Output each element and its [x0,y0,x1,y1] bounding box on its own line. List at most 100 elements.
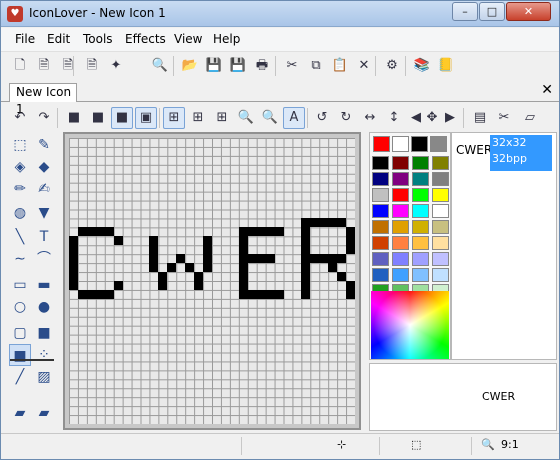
rect-outline-icon[interactable]: ▭ [9,274,31,296]
arc-icon[interactable]: ⌒ [33,248,55,270]
palette-swatch[interactable] [372,236,389,250]
menu-help[interactable]: Help [213,32,240,46]
palette-swatch[interactable] [372,252,389,266]
delete-icon[interactable]: ✕ [353,55,375,77]
copy-icon[interactable]: ⧉ [305,55,327,77]
arrow-right-icon[interactable]: ▶ [439,107,461,129]
icon-editor-canvas[interactable] [63,132,361,430]
new-file-icon[interactable]: 🗋 [9,55,31,77]
color-spectrum-picker[interactable] [371,291,449,359]
color-replace-icon[interactable]: ✍ [33,178,55,200]
pipette-icon[interactable]: ✎ [33,134,55,156]
palette-swatch[interactable] [392,220,409,234]
minimize-button[interactable]: – [452,2,478,21]
pen-thick-icon[interactable]: ╱ [9,366,31,388]
palette-swatch[interactable] [412,220,429,234]
palette-swatch[interactable] [392,268,409,282]
properties-icon[interactable]: ⚙ [381,55,403,77]
close-button[interactable]: ✕ [506,2,551,21]
palette-swatch[interactable] [392,188,409,202]
cube-green-icon[interactable]: ■ [63,107,85,129]
rotate-left-icon[interactable]: ↺ [311,107,333,129]
palette-swatch[interactable] [412,252,429,266]
undo-icon[interactable]: ↶ [9,107,31,129]
pencil-icon[interactable]: ✏ [9,178,31,200]
format-item-selected[interactable]: 32x32 32bpp [490,135,552,171]
palette-swatch[interactable] [392,236,409,250]
cut-icon[interactable]: ✂ [281,55,303,77]
new-doc-icon[interactable]: 🗎 [33,55,55,77]
rounded-rect-outline-icon[interactable]: ▢ [9,322,31,344]
flip-vertical-icon[interactable]: ↕ [383,107,405,129]
eraser-icon[interactable]: ◆ [33,156,55,178]
maximize-button[interactable]: □ [479,2,505,21]
gradient-icon[interactable]: ▨ [33,366,55,388]
paste-icon[interactable]: 📋 [329,55,351,77]
zoom-out-icon[interactable]: 🔍 [259,107,281,129]
palette-swatch[interactable] [372,156,389,170]
crop-icon[interactable]: ✂ [493,107,515,129]
paint-fill-icon[interactable]: ▼ [33,202,55,224]
folder-open-icon[interactable]: 📂 [179,55,201,77]
ellipse-filled-icon[interactable]: ● [33,296,55,318]
extract-icon[interactable]: ✦ [105,55,127,77]
palette-swatch[interactable] [432,188,449,202]
palette-swatch[interactable] [412,268,429,282]
palette-swatch[interactable] [430,136,447,152]
rect-select-icon[interactable]: ⬚ [9,134,31,156]
line-icon[interactable]: ╲ [9,226,31,248]
palette-swatch[interactable] [432,204,449,218]
menu-effects[interactable]: Effects [125,32,166,46]
image-icon[interactable]: 🗎 [81,55,103,77]
palette-swatch[interactable] [432,252,449,266]
brush-small-icon[interactable]: ■ [9,344,31,366]
menu-view[interactable]: View [174,32,202,46]
palette-swatch[interactable] [412,236,429,250]
layer-stack-icon[interactable]: ▰ [33,402,55,424]
save-all-icon[interactable]: 💾 [227,55,249,77]
palette-swatch[interactable] [432,172,449,186]
pixel-grid[interactable] [69,138,355,424]
scan-icon[interactable]: 🔍 [149,55,171,77]
zoom-in-icon[interactable]: 🔍 [235,107,257,129]
ellipse-outline-icon[interactable]: ○ [9,296,31,318]
cube-yellow-icon[interactable]: ■ [87,107,109,129]
palette-swatch[interactable] [432,268,449,282]
palette-swatch[interactable] [392,252,409,266]
palette-swatch[interactable] [392,204,409,218]
eraser-all-icon[interactable]: ▱ [519,107,541,129]
palette-swatch[interactable] [432,236,449,250]
book-icon[interactable]: 📒 [435,55,457,77]
curve-icon[interactable]: ∼ [9,248,31,270]
menu-file[interactable]: File [15,32,35,46]
redo-icon[interactable]: ↷ [33,107,55,129]
rotate-right-icon[interactable]: ↻ [335,107,357,129]
palette-swatch[interactable] [432,156,449,170]
palette-swatch[interactable] [411,136,428,152]
palette-swatch[interactable] [392,156,409,170]
text-icon[interactable]: T [33,226,55,248]
tab-new-icon-1[interactable]: New Icon 1 [9,83,77,116]
menu-tools[interactable]: Tools [83,32,113,46]
brush-spray-icon[interactable]: ⁘ [33,344,55,366]
close-icon[interactable]: ✕ [541,82,553,98]
layer-icon[interactable]: ▰ [9,402,31,424]
palette-swatch[interactable] [412,204,429,218]
rect-filled-icon[interactable]: ▬ [33,274,55,296]
palette-swatch[interactable] [372,220,389,234]
title-bar[interactable]: ♥ IconLover - New Icon 1 – □ ✕ [1,1,559,27]
palette-swatch[interactable] [412,172,429,186]
palette-swatch[interactable] [432,220,449,234]
flip-horizontal-icon[interactable]: ↔ [359,107,381,129]
save-icon[interactable]: 💾 [203,55,225,77]
palette-swatch[interactable] [412,156,429,170]
page-icon[interactable]: ▤ [469,107,491,129]
fill-icon[interactable]: ◈ [9,156,31,178]
primary-color-swatch[interactable] [373,136,390,152]
cube-blue-icon[interactable]: ■ [111,107,133,129]
print-icon[interactable]: 🖶 [251,55,273,77]
square-gradient-icon[interactable]: ▣ [135,107,157,129]
palette-swatch[interactable] [392,136,409,152]
menu-edit[interactable]: Edit [47,32,70,46]
grid-small-icon[interactable]: ⊞ [187,107,209,129]
